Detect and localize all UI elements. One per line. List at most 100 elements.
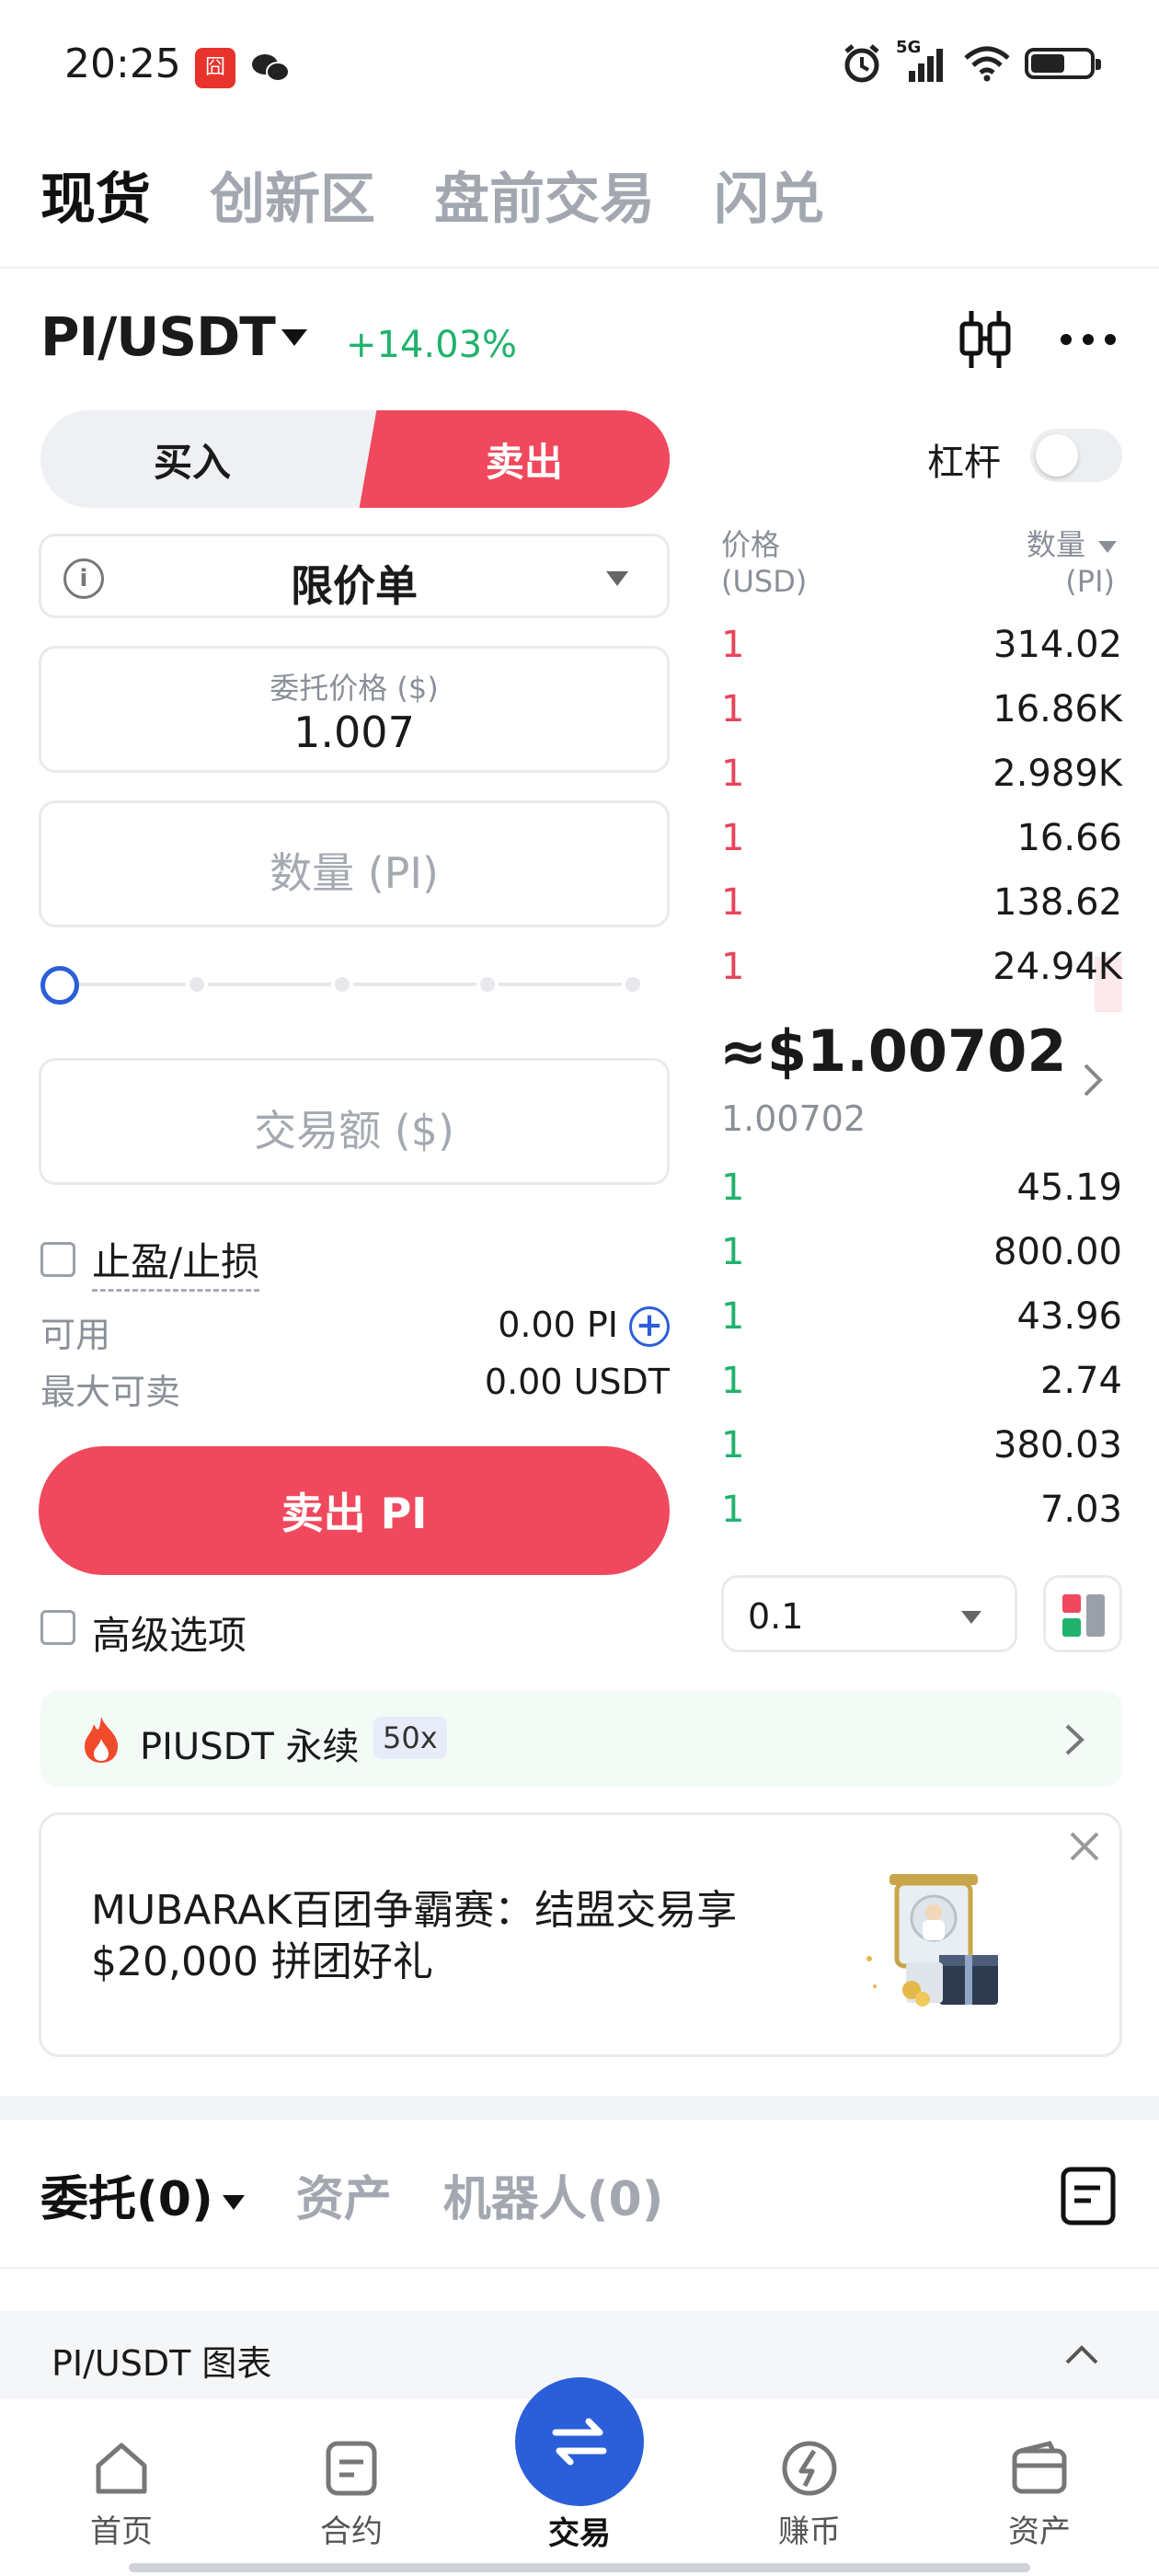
sell-submit-button[interactable]: 卖出 PI: [39, 1446, 670, 1575]
slider-step-50[interactable]: [331, 973, 353, 995]
bottom-nav: 首页 合约 交易 赚币 资产: [0, 2377, 1159, 2576]
ask-row[interactable]: 1 16.86K: [721, 677, 1122, 742]
tab-bots[interactable]: 机器人(0): [443, 2160, 664, 2229]
nav-home[interactable]: 首页: [57, 2438, 186, 2551]
promo-card[interactable]: MUBARAK百团争霸赛：结盟交易享$20,000 拼团好礼: [39, 1812, 1122, 2057]
chevron-down-icon[interactable]: [281, 329, 307, 346]
advanced-options-checkbox[interactable]: [40, 1610, 75, 1645]
close-icon[interactable]: [1068, 1830, 1101, 1863]
ask-row[interactable]: 1 2.989K: [721, 742, 1122, 806]
buy-tab[interactable]: 买入: [40, 410, 344, 508]
nav-earn-label: 赚币: [778, 2513, 841, 2550]
more-icon[interactable]: [1058, 320, 1119, 359]
home-icon: [96, 2443, 147, 2494]
wifi-icon: [964, 46, 1010, 82]
orderbook-price-header: 价格 (USD): [721, 526, 807, 600]
fire-icon: [85, 1717, 118, 1763]
bid-row[interactable]: 1 800.00: [721, 1220, 1122, 1284]
contract-icon: [326, 2441, 377, 2496]
nav-assets-label: 资产: [1008, 2513, 1071, 2550]
perpetual-banner[interactable]: PIUSDT 永续 50x: [40, 1691, 1122, 1787]
amount-placeholder: 交易额 ($): [254, 1106, 454, 1156]
tpsl-label[interactable]: 止盈/止损: [92, 1231, 260, 1292]
bid-row[interactable]: 1 45.19: [721, 1156, 1122, 1220]
quantity-placeholder: 数量 (PI): [270, 848, 439, 898]
order-type-label: 限价单: [291, 561, 418, 611]
wallet-icon: [1012, 2441, 1067, 2494]
orderbook-layout-icon[interactable]: [1043, 1575, 1122, 1652]
alarm-icon: [844, 44, 879, 83]
bid-price: 1: [721, 1360, 745, 1402]
leverage-label: 杠杆: [927, 442, 1001, 484]
ask-row[interactable]: 1 16.66: [721, 806, 1122, 870]
quantity-input[interactable]: 数量 (PI): [39, 800, 670, 927]
tab-premarket[interactable]: 盘前交易: [434, 155, 655, 235]
bid-qty: 45.19: [1016, 1167, 1122, 1209]
amount-input[interactable]: 交易额 ($): [39, 1058, 670, 1185]
advanced-options-label[interactable]: 高级选项: [92, 1604, 247, 1661]
ask-price: 1: [721, 624, 745, 666]
percentage-slider[interactable]: [40, 964, 662, 1005]
status-time: 20:25: [64, 40, 181, 87]
leverage-toggle[interactable]: [1030, 429, 1122, 482]
bid-price: 1: [721, 1489, 745, 1531]
ask-price: 1: [721, 753, 745, 795]
home-indicator: [129, 2563, 1030, 2572]
tab-spot[interactable]: 现货: [40, 155, 151, 235]
slider-step-100[interactable]: [622, 973, 644, 995]
market-tabs: 现货 创新区 盘前交易 闪兑: [40, 155, 824, 235]
orderbook-qty-header[interactable]: 数量 (PI): [957, 526, 1120, 600]
order-history-icon[interactable]: [1060, 2166, 1117, 2226]
bid-price: 1: [721, 1231, 745, 1273]
section-gap: [0, 2096, 1159, 2120]
chevron-down-icon: [606, 571, 628, 586]
ask-row[interactable]: 1 24.94K: [721, 935, 1122, 999]
slider-thumb[interactable]: [40, 966, 79, 1005]
ask-qty: 16.66: [1016, 817, 1122, 859]
chevron-down-icon: [961, 1611, 981, 1624]
ask-row[interactable]: 1 314.02: [721, 613, 1122, 677]
sell-tab[interactable]: 卖出: [359, 410, 670, 508]
last-price-sub: 1.00702: [721, 1098, 866, 1139]
bid-qty: 2.74: [1039, 1360, 1122, 1402]
depth-precision-value: 0.1: [748, 1596, 804, 1637]
earn-icon: [782, 2441, 837, 2496]
bid-qty: 7.03: [1039, 1489, 1122, 1531]
divider: [0, 267, 1159, 269]
price-input[interactable]: 委托价格 ($) 1.007: [39, 646, 670, 773]
nav-earn[interactable]: 赚币: [745, 2438, 874, 2551]
qty-header-label: 数量: [1026, 527, 1085, 562]
tab-assets[interactable]: 资产: [296, 2160, 392, 2229]
nav-assets[interactable]: 资产: [975, 2438, 1104, 2551]
pair-selector[interactable]: PI/USDT: [40, 305, 276, 368]
tab-convert[interactable]: 闪兑: [714, 155, 824, 235]
bid-qty: 43.96: [1016, 1295, 1122, 1338]
chevron-right-icon[interactable]: [1082, 1062, 1104, 1098]
bid-row[interactable]: 1 380.03: [721, 1413, 1122, 1478]
nav-trade[interactable]: 交易: [513, 2377, 646, 2553]
bid-row[interactable]: 1 7.03: [721, 1478, 1122, 1542]
leverage-badge: 50x: [373, 1717, 447, 1759]
tab-orders[interactable]: 委托(0): [40, 2160, 245, 2229]
tab-innovation[interactable]: 创新区: [210, 155, 375, 235]
bid-row[interactable]: 1 43.96: [721, 1284, 1122, 1349]
slider-step-75[interactable]: [476, 973, 499, 995]
last-price[interactable]: ≈$1.00702: [719, 1018, 1066, 1085]
candlestick-chart-icon[interactable]: [957, 307, 1014, 372]
promo-text: MUBARAK百团争霸赛：结盟交易享$20,000 拼团好礼: [91, 1887, 738, 1985]
chevron-right-icon: [1065, 1724, 1084, 1755]
tpsl-checkbox[interactable]: [40, 1242, 75, 1277]
bid-row[interactable]: 1 2.74: [721, 1349, 1122, 1413]
slider-step-25[interactable]: [186, 973, 208, 995]
price-header-unit: (USD): [721, 564, 808, 599]
order-type-select[interactable]: i 限价单: [39, 534, 670, 618]
divider: [0, 2267, 1159, 2269]
chevron-down-icon[interactable]: [1098, 541, 1117, 553]
depth-precision-select[interactable]: 0.1: [721, 1575, 1017, 1652]
ask-price: 1: [721, 688, 745, 730]
promo-gift-illustration: [866, 1874, 998, 2007]
nav-contract[interactable]: 合约: [287, 2438, 416, 2551]
ask-price: 1: [721, 881, 745, 924]
add-funds-icon[interactable]: +: [629, 1306, 670, 1347]
ask-row[interactable]: 1 138.62: [721, 870, 1122, 935]
